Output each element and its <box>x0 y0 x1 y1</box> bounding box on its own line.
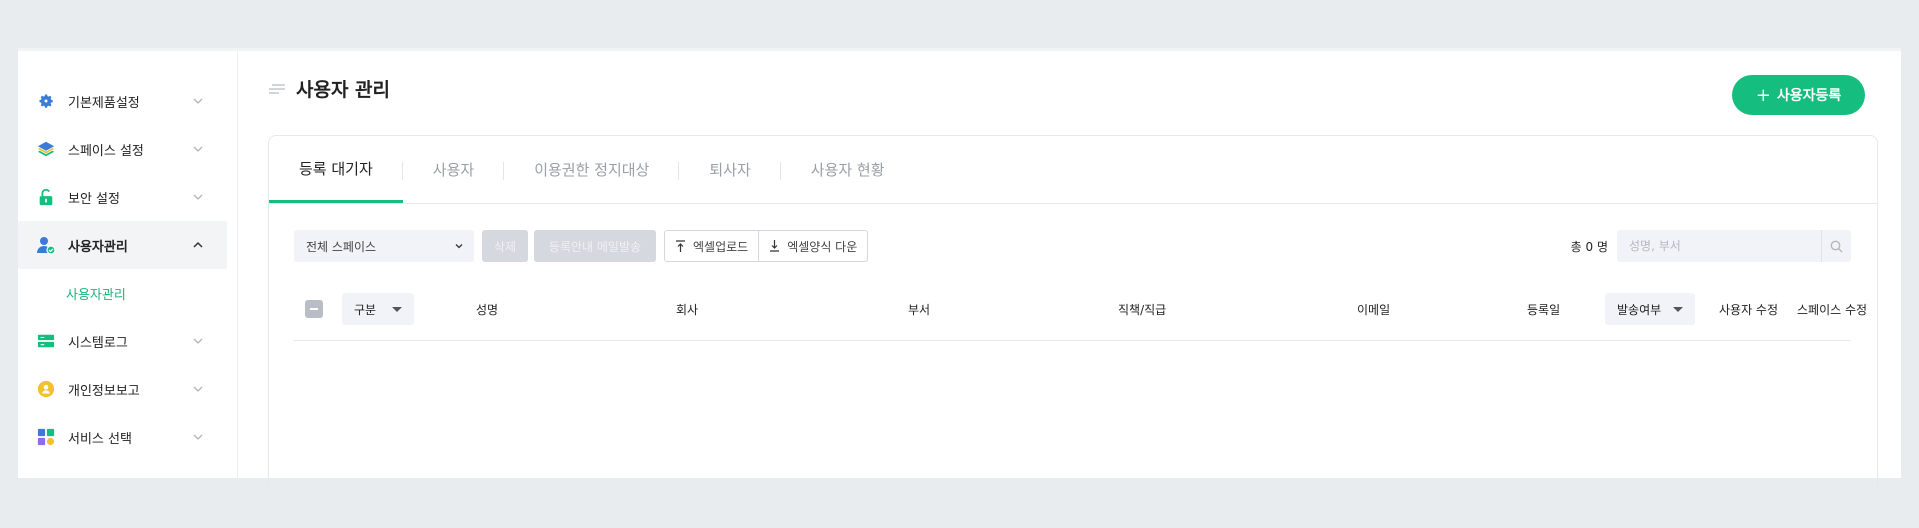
chevron-down-icon <box>455 244 463 249</box>
sidebar-item-privacy-report[interactable]: 개인정보보고 <box>18 365 227 413</box>
chevron-down-icon <box>193 194 203 200</box>
tab-label: 이용권한 정지대상 <box>534 161 650 179</box>
tab-suspension-targets[interactable]: 이용권한 정지대상 <box>504 136 680 203</box>
column-department: 부서 <box>908 302 931 317</box>
sidebar: 기본제품설정 스페이스 설정 보안 설정 사용자관리 사용자관리 시스템로그 개… <box>18 51 238 481</box>
tab-resigned-users[interactable]: 퇴사자 <box>679 136 781 203</box>
main-content: 사용자 관리 + 사용자등록 등록 대기자 사용자 이용권한 정지대상 퇴사자 … <box>238 51 1901 495</box>
caret-down-icon <box>392 306 403 312</box>
tab-label: 사용자 현황 <box>810 161 885 179</box>
app-window: 기본제품설정 스페이스 설정 보안 설정 사용자관리 사용자관리 시스템로그 개… <box>18 48 1901 495</box>
excel-download-label: 엑셀양식 다운 <box>787 239 858 254</box>
type-filter-dropdown[interactable]: 구분 <box>342 285 415 333</box>
tab-label: 사용자 <box>432 161 475 179</box>
chevron-up-icon <box>193 241 203 248</box>
space-select[interactable]: 전체 스페이스 <box>294 230 474 262</box>
chevron-down-icon <box>193 434 203 440</box>
chevron-down-icon <box>193 146 203 152</box>
upload-icon <box>676 240 685 252</box>
space-select-value: 전체 스페이스 <box>306 239 377 254</box>
column-email: 이메일 <box>1357 302 1391 317</box>
user-panel: 등록 대기자 사용자 이용권한 정지대상 퇴사자 사용자 현황 전체 스페이스 … <box>268 135 1878 495</box>
search-icon[interactable] <box>1821 230 1851 262</box>
excel-upload-label: 엑셀업로드 <box>693 239 749 254</box>
tab-user-status[interactable]: 사용자 현황 <box>781 136 915 203</box>
search-input[interactable] <box>1617 230 1817 262</box>
tab-label: 퇴사자 <box>709 161 751 179</box>
select-all-checkbox[interactable] <box>305 285 323 333</box>
tab-pending-users[interactable]: 등록 대기자 <box>269 136 403 203</box>
excel-button-group: 엑셀업로드 엑셀양식 다운 <box>664 230 869 262</box>
total-count: 총 0 명 <box>1570 240 1608 254</box>
add-user-button-label: 사용자등록 <box>1776 88 1842 104</box>
sidebar-item-label: 보안 설정 <box>68 191 120 207</box>
sidebar-item-service-select[interactable]: 서비스 선택 <box>18 413 227 461</box>
send-invite-mail-button[interactable]: 등록안내 메일발송 <box>534 230 656 262</box>
excel-template-download-button[interactable]: 엑셀양식 다운 <box>758 231 867 261</box>
grid-apps-icon <box>36 427 56 447</box>
download-icon <box>770 240 780 252</box>
sidebar-item-label: 시스템로그 <box>68 335 128 351</box>
lock-icon <box>36 187 56 207</box>
excel-upload-button[interactable]: 엑셀업로드 <box>665 231 758 261</box>
sidebar-item-product-settings[interactable]: 기본제품설정 <box>18 77 227 125</box>
column-name: 성명 <box>476 302 499 317</box>
gear-icon <box>36 91 56 111</box>
sidebar-item-security-settings[interactable]: 보안 설정 <box>18 173 227 221</box>
page-title: 사용자 관리 <box>296 79 391 101</box>
table-header: 구분 성명 회사 부서 직책/직급 이메일 등록일 발송여부 사용자 수정 스페… <box>294 285 1867 341</box>
tab-users[interactable]: 사용자 <box>403 136 505 203</box>
tab-bar: 등록 대기자 사용자 이용권한 정지대상 퇴사자 사용자 현황 <box>269 136 1877 204</box>
sidebar-item-space-settings[interactable]: 스페이스 설정 <box>18 125 227 173</box>
sidebar-subitem-user-management[interactable]: 사용자관리 <box>18 269 237 317</box>
add-user-button[interactable]: + 사용자등록 <box>1732 75 1865 115</box>
column-edit-user: 사용자 수정 <box>1719 302 1779 317</box>
type-filter-label: 구분 <box>354 302 377 317</box>
chevron-down-icon <box>193 98 203 104</box>
sidebar-item-label: 개인정보보고 <box>68 383 140 399</box>
sent-status-filter-dropdown[interactable]: 발송여부 <box>1605 285 1696 333</box>
search-box <box>1617 230 1851 262</box>
sent-filter-label: 발송여부 <box>1617 302 1662 317</box>
delete-button[interactable]: 삭제 <box>482 230 528 262</box>
sidebar-item-user-management[interactable]: 사용자관리 <box>18 221 227 269</box>
plus-icon: + <box>1755 84 1771 106</box>
sidebar-item-label: 스페이스 설정 <box>68 143 144 159</box>
caret-down-icon <box>1673 306 1684 312</box>
sidebar-item-label: 서비스 선택 <box>68 431 132 447</box>
sidebar-item-system-log[interactable]: 시스템로그 <box>18 317 227 365</box>
page-header: 사용자 관리 <box>268 75 390 102</box>
user-check-icon <box>36 235 56 255</box>
chevron-down-icon <box>193 386 203 392</box>
person-circle-icon <box>36 379 56 399</box>
column-company: 회사 <box>676 302 699 317</box>
chevron-down-icon <box>193 338 203 344</box>
column-registered-date: 등록일 <box>1527 302 1561 317</box>
layers-icon <box>36 139 56 159</box>
tab-label: 등록 대기자 <box>299 159 373 178</box>
server-icon <box>36 331 56 351</box>
sidebar-item-label: 사용자관리 <box>68 239 128 255</box>
column-edit-space: 스페이스 수정 <box>1797 302 1868 317</box>
menu-lines-icon <box>269 83 285 94</box>
toolbar: 전체 스페이스 삭제 등록안내 메일발송 엑셀업로드 엑셀양식 다운 총 0 명 <box>294 230 1851 262</box>
sidebar-item-label: 기본제품설정 <box>68 95 140 111</box>
column-position: 직책/직급 <box>1118 302 1167 317</box>
